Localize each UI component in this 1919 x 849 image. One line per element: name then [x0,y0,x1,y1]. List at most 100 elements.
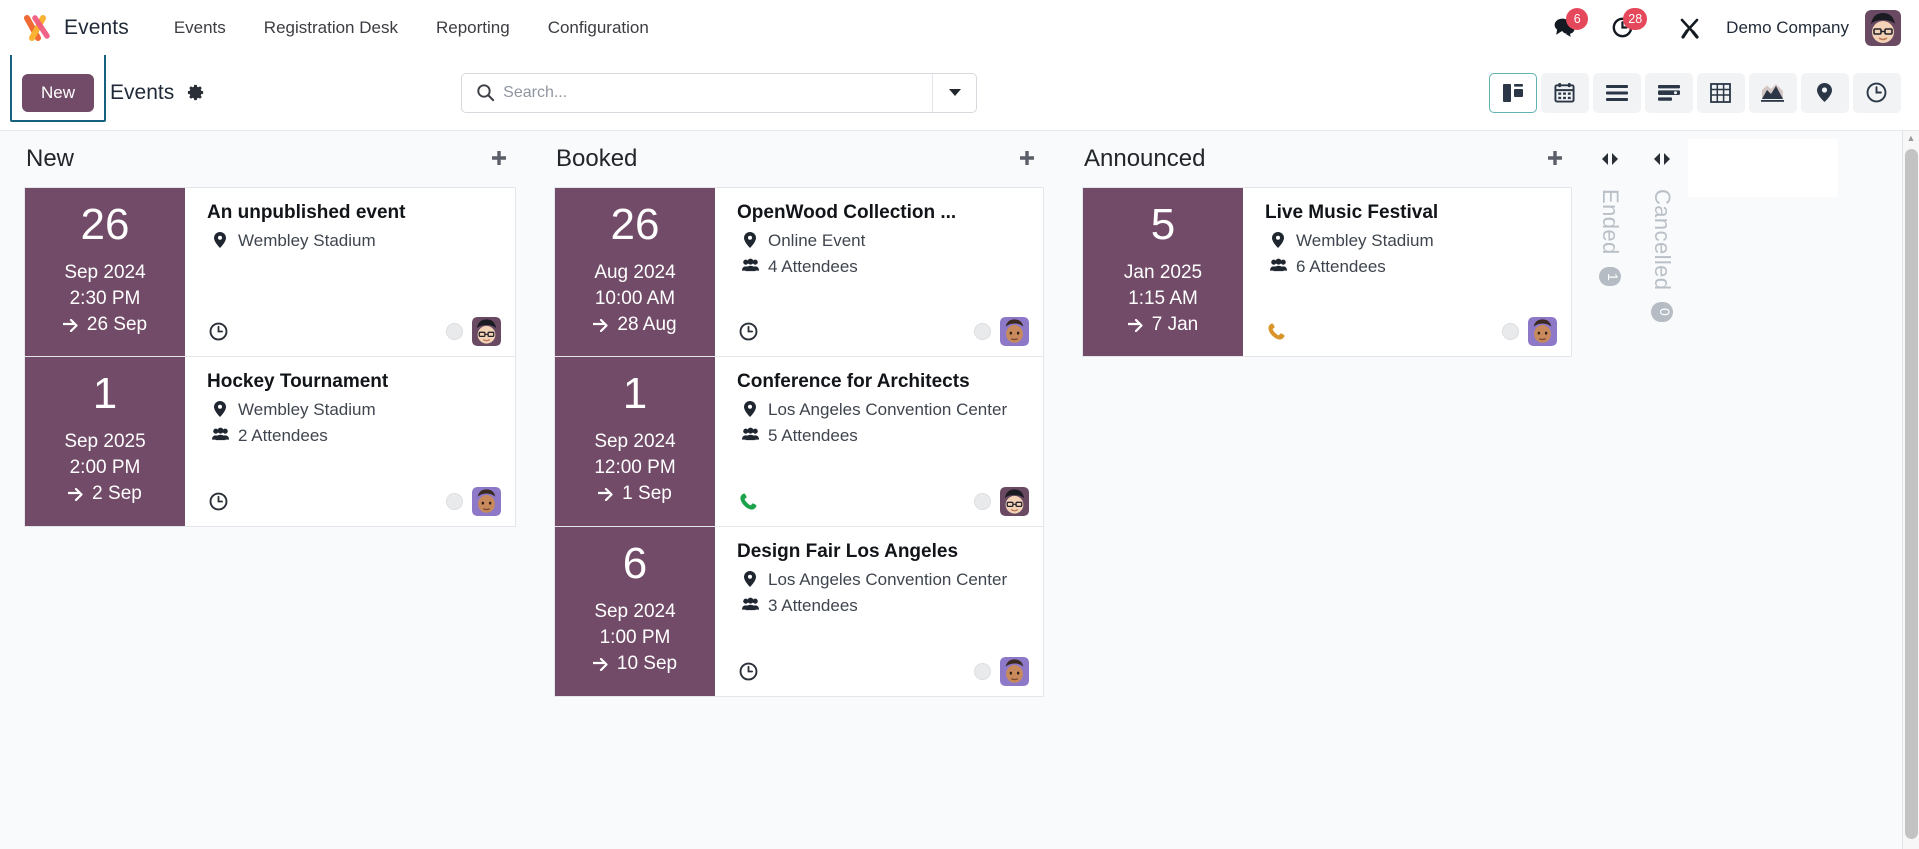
activities-button[interactable]: 28 [1601,9,1646,46]
kanban-column-header[interactable]: Booked [554,131,1044,187]
card-attendees-text: 5 Attendees [768,423,858,449]
card-content: Conference for Architects Los Angeles Co… [715,357,1043,526]
kanban-card[interactable]: 6 Sep 2024 1:00 PM 10 Sep Design Fair Lo… [554,527,1044,697]
kanban-column-header[interactable]: Announced [1082,131,1572,187]
card-month: Sep 2024 [64,260,145,286]
activity-clock-icon[interactable] [737,662,758,681]
card-color-dot[interactable] [974,323,991,340]
attendees-icon [1269,254,1287,272]
breadcrumb-title: Events [110,81,174,105]
kanban-column-ended-collapsed[interactable]: Ended 1 [1584,131,1636,286]
user-avatar[interactable] [1865,10,1901,46]
plus-icon[interactable] [1542,146,1568,172]
card-color-dot[interactable] [446,323,463,340]
card-avatar[interactable] [472,487,501,516]
expand-arrows-icon[interactable] [1597,145,1623,173]
card-footer [207,477,501,516]
scrollbar-thumb[interactable] [1905,149,1918,839]
map-pin-icon [1816,82,1833,103]
card-content: Live Music Festival Wembley Stadium 6 A [1243,188,1571,356]
card-avatar[interactable] [1000,487,1029,516]
card-footer-right [974,317,1029,346]
kanban-card[interactable]: 26 Sep 2024 2:30 PM 26 Sep An unpublishe… [24,187,516,357]
card-avatar[interactable] [472,317,501,346]
debug-menu-button[interactable] [1668,10,1712,46]
kanban-card[interactable]: 26 Aug 2024 10:00 AM 28 Aug OpenWood Col… [554,187,1044,357]
nav-item-configuration[interactable]: Configuration [529,10,668,46]
page-scrollbar[interactable]: ▲ [1902,131,1919,849]
nav-item-registration-desk[interactable]: Registration Desk [245,10,417,46]
card-end-date: 10 Sep [593,651,677,677]
view-list[interactable] [1593,73,1641,113]
new-button[interactable]: New [22,74,94,112]
kanban-card[interactable]: 1 Sep 2025 2:00 PM 2 Sep Hockey Tourname… [24,357,516,527]
view-map[interactable] [1801,73,1849,113]
area-chart-icon [1761,83,1784,102]
activity-phone-icon[interactable] [737,492,758,511]
nav-item-reporting[interactable]: Reporting [417,10,529,46]
card-color-dot[interactable] [974,663,991,680]
card-content: An unpublished event Wembley Stadium [185,188,515,356]
arrow-right-icon [68,488,85,501]
card-location-text: Los Angeles Convention Center [768,567,1007,593]
card-attendees: 5 Attendees [737,423,1029,449]
card-title: Conference for Architects [737,371,1029,393]
scroll-up-arrow-icon[interactable]: ▲ [1903,133,1919,143]
kanban-column-body: 26 Aug 2024 10:00 AM 28 Aug OpenWood Col… [554,187,1044,697]
card-location-text: Online Event [768,228,865,254]
card-avatar[interactable] [1528,317,1557,346]
view-gantt[interactable] [1853,73,1901,113]
kanban-column-cancelled-collapsed[interactable]: Cancelled 0 [1636,131,1688,322]
card-color-dot[interactable] [1502,323,1519,340]
activity-clock-icon[interactable] [737,322,758,341]
kanban-column-header[interactable]: New [24,131,516,187]
view-kanban[interactable] [1489,73,1537,113]
card-attendees-text: 4 Attendees [768,254,858,280]
activity-clock-icon[interactable] [207,492,228,511]
kanban-card[interactable]: 5 Jan 2025 1:15 AM 7 Jan Live Music Fest… [1082,187,1572,357]
card-day: 1 [623,371,647,417]
odoo-logo-icon[interactable] [22,13,56,43]
activity-phone-icon[interactable] [1265,322,1286,341]
messages-button[interactable]: 6 [1542,9,1587,46]
card-footer-right [1502,317,1557,346]
card-avatar[interactable] [1000,317,1029,346]
card-color-dot[interactable] [974,493,991,510]
attendees-icon [211,423,229,441]
card-footer [737,477,1029,516]
view-calendar[interactable] [1541,73,1589,113]
wrench-screwdriver-icon [1678,16,1702,40]
card-content: Hockey Tournament Wembley Stadium 2 Att [185,357,515,526]
kanban-card[interactable]: 1 Sep 2024 12:00 PM 1 Sep Conference for… [554,357,1044,527]
company-name[interactable]: Demo Company [1712,12,1861,44]
kanban-column-booked: Booked 26 Aug 2024 10:00 AM 28 Aug [528,131,1056,849]
search-dropdown-toggle[interactable] [932,74,976,112]
search-input[interactable] [503,74,932,112]
map-pin-icon [741,397,759,417]
card-date-block: 5 Jan 2025 1:15 AM 7 Jan [1083,188,1243,356]
card-time: 12:00 PM [594,455,675,481]
plus-icon[interactable] [486,146,512,172]
nav-item-events[interactable]: Events [155,10,245,46]
expand-arrows-icon[interactable] [1649,145,1675,173]
top-navbar: Events Events Registration Desk Reportin… [0,0,1919,55]
view-graph[interactable] [1749,73,1797,113]
map-pin-icon [211,397,229,417]
map-pin-icon [211,228,229,248]
card-attendees-text: 6 Attendees [1296,254,1386,280]
gear-icon[interactable] [186,83,205,102]
map-pin-icon [741,567,759,587]
card-attendees: 3 Attendees [737,593,1029,619]
card-color-dot[interactable] [446,493,463,510]
plus-icon[interactable] [1014,146,1040,172]
view-pivot[interactable] [1697,73,1745,113]
card-day: 6 [623,541,647,587]
view-activity[interactable] [1645,73,1693,113]
kanban-icon [1502,83,1524,103]
card-avatar[interactable] [1000,657,1029,686]
app-brand-name[interactable]: Events [64,16,129,40]
card-location: Wembley Stadium [207,397,501,423]
card-location-text: Los Angeles Convention Center [768,397,1007,423]
activity-clock-icon[interactable] [207,322,228,341]
control-panel: New Events [0,55,1919,131]
